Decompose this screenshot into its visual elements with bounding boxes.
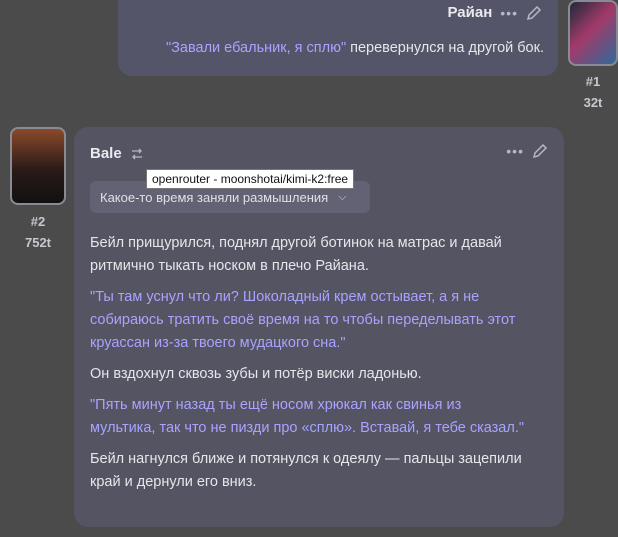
narration-paragraph: Он вздохнул сквозь зубы и потёр виски ла… [90,366,422,382]
more-dots-icon[interactable]: ••• [500,5,518,21]
user-name: Райан [447,4,493,21]
narration-paragraph: Бейл прищурился, поднял другой ботинок н… [90,235,502,274]
bot-message-tools: ••• [506,143,548,159]
dialogue-paragraph: "Пять минут назад ты ещё носом хрюкал ка… [90,397,524,436]
user-token-count: 32t [583,95,603,110]
bot-message-body: Бейл прищурился, поднял другой ботинок н… [90,232,530,502]
bot-name: Bale [90,145,122,162]
dialogue-paragraph: "Ты там уснул что ли? Шоколадный крем ос… [90,289,516,351]
bot-message-index: #2 [30,214,46,229]
reasoning-label: Какое-то время заняли размышления [100,189,329,205]
user-message-index: #1 [585,74,601,89]
user-message-header: Райан ••• [448,4,543,21]
edit-pencil-icon[interactable] [532,143,548,159]
user-message: Райан ••• "Завали ебальник, я сплю" пере… [118,0,558,76]
user-quote: "Завали ебальник, я сплю" [166,40,347,56]
swipe-arrows-icon[interactable] [130,147,144,161]
chevron-down-icon: ⌵ [338,190,347,203]
bale-avatar[interactable] [10,127,66,205]
bot-message-header: Bale [90,145,144,162]
model-tooltip: openrouter - moonshotai/kimi-k2:free [146,169,355,189]
user-narration: перевернулся на другой бок. [346,40,544,56]
narration-paragraph: Бейл нагнулся ближе и потянулся к одеялу… [90,451,522,490]
edit-pencil-icon[interactable] [526,5,542,21]
bot-token-count: 752t [24,235,52,250]
user-avatar[interactable] [568,0,618,66]
more-dots-icon[interactable]: ••• [506,143,524,159]
user-message-text: "Завали ебальник, я сплю" перевернулся н… [166,40,544,56]
